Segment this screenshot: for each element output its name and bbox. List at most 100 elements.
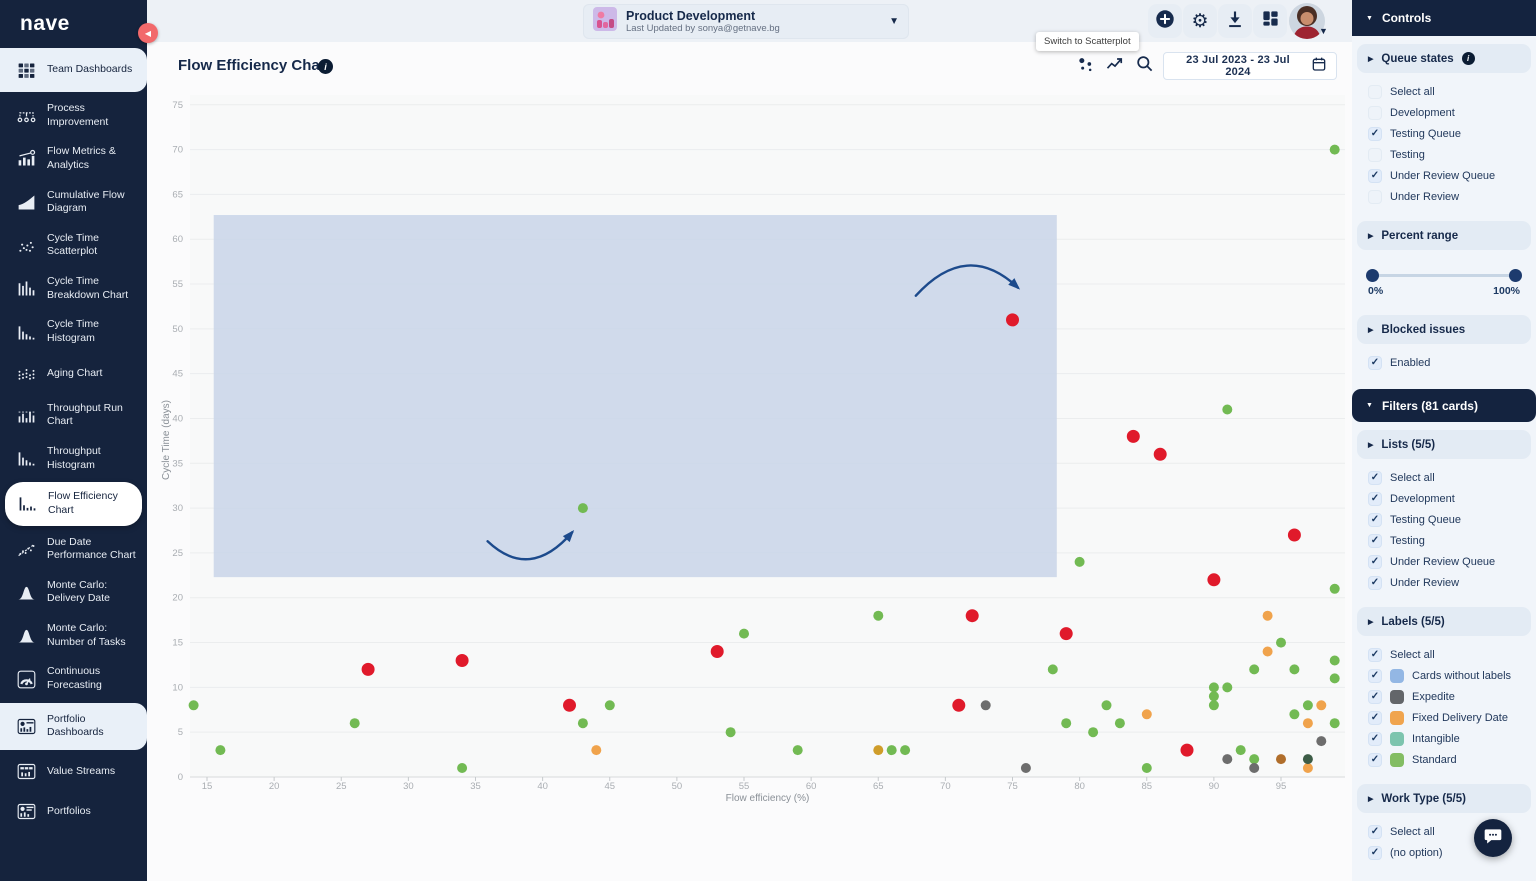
section-header-percent-range[interactable]: ▶Percent range <box>1357 221 1531 250</box>
checkbox-checked[interactable]: ✓ <box>1368 825 1382 839</box>
percent-range-slider[interactable]: 0%100% <box>1352 258 1536 301</box>
checkbox-row-select-all[interactable]: Select all <box>1352 81 1536 102</box>
chat-button[interactable] <box>1474 819 1512 857</box>
checkbox-row-fixed-delivery-date[interactable]: ✓Fixed Delivery Date <box>1352 707 1536 728</box>
checkbox[interactable] <box>1368 190 1382 204</box>
controls-header[interactable]: ▼ Controls <box>1352 0 1536 36</box>
checkbox-checked[interactable]: ✓ <box>1368 732 1382 746</box>
slider-handle-min[interactable] <box>1366 269 1379 282</box>
checkbox-row-under-review-queue[interactable]: ✓Under Review Queue <box>1352 551 1536 572</box>
sidebar-item-cumulative-flow-diagram[interactable]: Cumulative Flow Diagram <box>0 181 147 224</box>
sidebar-item-aging-chart[interactable]: Aging Chart <box>0 354 147 394</box>
section-header-work-type-5-5[interactable]: ▶Work Type (5/5) <box>1357 784 1531 813</box>
info-icon[interactable]: i <box>1462 52 1475 65</box>
chevron-right-icon: ▶ <box>1368 441 1373 449</box>
sidebar-item-flow-metrics-analytics[interactable]: Flow Metrics & Analytics <box>0 137 147 180</box>
checkbox-checked[interactable]: ✓ <box>1368 753 1382 767</box>
checkbox-row-testing[interactable]: Testing <box>1352 144 1536 165</box>
checkbox-checked[interactable]: ✓ <box>1368 846 1382 860</box>
checkbox-checked[interactable]: ✓ <box>1368 576 1382 590</box>
controls-sections: ▶Queue statesiSelect allDevelopment✓Test… <box>1352 44 1536 869</box>
sidebar-item-cycle-time-histogram[interactable]: Cycle Time Histogram <box>0 310 147 353</box>
data-point <box>1249 664 1259 674</box>
sidebar-item-flow-efficiency-chart[interactable]: Flow Efficiency Chart <box>5 482 142 525</box>
chevron-right-icon: ▶ <box>1368 232 1373 240</box>
section-header-blocked-issues[interactable]: ▶Blocked issues <box>1357 315 1531 344</box>
sidebar-item-cycle-time-breakdown-chart[interactable]: Cycle Time Breakdown Chart <box>0 267 147 310</box>
checkbox-row-testing-queue[interactable]: ✓Testing Queue <box>1352 509 1536 530</box>
checkbox-checked[interactable]: ✓ <box>1368 555 1382 569</box>
checkbox[interactable] <box>1368 106 1382 120</box>
data-point <box>1021 763 1031 773</box>
checkbox-label: Standard <box>1412 754 1457 766</box>
grid-chart-icon <box>14 58 38 82</box>
checkbox-checked[interactable]: ✓ <box>1368 513 1382 527</box>
checkbox-checked[interactable]: ✓ <box>1368 648 1382 662</box>
checkbox-row-development[interactable]: Development <box>1352 102 1536 123</box>
slider-handle-max[interactable] <box>1509 269 1522 282</box>
checkbox-row-testing[interactable]: ✓Testing <box>1352 530 1536 551</box>
data-point <box>1142 709 1152 719</box>
checkbox-row-standard[interactable]: ✓ Standard <box>1352 749 1536 770</box>
sidebar-item-label: Cycle Time Breakdown Chart <box>47 275 141 302</box>
checkbox-checked[interactable]: ✓ <box>1368 711 1382 725</box>
checkbox-row-cards-without-labels[interactable]: ✓Cards without labels <box>1352 665 1536 686</box>
sidebar-item-throughput-histogram[interactable]: Throughput Histogram <box>0 437 147 480</box>
sidebar-item-throughput-run-chart[interactable]: Throughput Run Chart <box>0 394 147 437</box>
data-point <box>1330 656 1340 666</box>
sidebar-item-value-streams[interactable]: Value Streams <box>0 752 147 792</box>
checkbox-row-enabled[interactable]: ✓Enabled <box>1352 352 1536 373</box>
sidebar-collapse-button[interactable]: ◀ <box>138 23 158 43</box>
checkbox-row-select-all[interactable]: ✓Select all <box>1352 644 1536 665</box>
svg-text:35: 35 <box>470 781 481 792</box>
svg-text:45: 45 <box>172 369 183 380</box>
section-body-blocked-issues: ✓Enabled <box>1352 344 1536 379</box>
sidebar-item-label: Cycle Time Histogram <box>47 318 141 345</box>
sidebar-item-portfolio-dashboards[interactable]: Portfolio Dashboards <box>0 703 147 750</box>
checkbox-row-under-review[interactable]: Under Review <box>1352 186 1536 207</box>
sidebar-item-continuous-forecasting[interactable]: Continuous Forecasting <box>0 657 147 700</box>
sidebar-item-team-dashboards[interactable]: Team Dashboards <box>0 48 147 92</box>
checkbox-checked[interactable]: ✓ <box>1368 169 1382 183</box>
data-point <box>362 663 375 676</box>
section-filters-81-cards[interactable]: ▼Filters (81 cards) <box>1352 389 1536 422</box>
checkbox-row-under-review-queue[interactable]: ✓ Under Review Queue <box>1352 165 1536 186</box>
section-label: Queue states <box>1381 53 1453 65</box>
sidebar-item-due-date-performance-chart[interactable]: Due Date Performance Chart <box>0 528 147 571</box>
checkbox-checked[interactable]: ✓ <box>1368 534 1382 548</box>
checkbox-checked[interactable]: ✓ <box>1368 471 1382 485</box>
checkbox-row-intangible[interactable]: ✓Intangible <box>1352 728 1536 749</box>
checkbox[interactable] <box>1368 85 1382 99</box>
checkbox-row-testing-queue[interactable]: ✓ Testing Queue <box>1352 123 1536 144</box>
checkbox-label: Testing Queue <box>1390 128 1461 140</box>
section-header-queue-states[interactable]: ▶Queue statesi <box>1357 44 1531 73</box>
data-point <box>1222 405 1232 415</box>
sidebar-item-label: Continuous Forecasting <box>47 665 141 692</box>
checkbox-checked[interactable]: ✓ <box>1368 690 1382 704</box>
checkbox-row-development[interactable]: ✓Development <box>1352 488 1536 509</box>
checkbox-checked[interactable]: ✓ <box>1368 492 1382 506</box>
checkbox-checked[interactable]: ✓ <box>1368 356 1382 370</box>
checkbox-row-select-all[interactable]: ✓Select all <box>1352 467 1536 488</box>
sidebar-item-process-improvement[interactable]: Process Improvement <box>0 94 147 137</box>
slider-min-label: 0% <box>1368 285 1383 297</box>
checkbox-label: Under Review Queue <box>1390 170 1495 182</box>
sidebar-item-cycle-time-scatterplot[interactable]: Cycle Time Scatterplot <box>0 224 147 267</box>
section-header-lists-5-5[interactable]: ▶ Lists (5/5) <box>1357 430 1531 459</box>
checkbox-checked[interactable]: ✓ <box>1368 127 1382 141</box>
checkbox-row-under-review[interactable]: ✓Under Review <box>1352 572 1536 593</box>
svg-text:75: 75 <box>172 100 183 111</box>
sidebar-item-monte-carlo-number-of-tasks[interactable]: Monte Carlo: Number of Tasks <box>0 614 147 657</box>
section-label: Lists (5/5) <box>1381 439 1435 451</box>
section-header-labels-5-5[interactable]: ▶Labels (5/5) <box>1357 607 1531 636</box>
sidebar-item-monte-carlo-delivery-date[interactable]: Monte Carlo: Delivery Date <box>0 571 147 614</box>
sidebar-item-portfolios[interactable]: Portfolios <box>0 792 147 832</box>
slider-track[interactable] <box>1368 274 1520 277</box>
checkbox-checked[interactable]: ✓ <box>1368 669 1382 683</box>
checkbox-row-expedite[interactable]: ✓Expedite <box>1352 686 1536 707</box>
data-point <box>1222 754 1232 764</box>
svg-text:40: 40 <box>172 413 183 424</box>
svg-text:70: 70 <box>172 145 183 156</box>
checkbox[interactable] <box>1368 148 1382 162</box>
label-color-swatch <box>1390 753 1404 767</box>
